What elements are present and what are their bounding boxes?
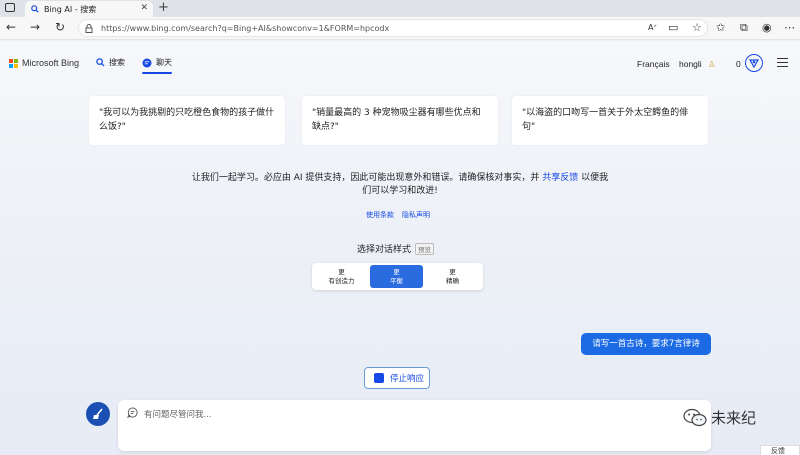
hamburger-menu-icon[interactable]: [777, 58, 788, 67]
disclaimer-text: 让我们一起学习。必应由 AI 提供支持，因此可能出现意外和错误。请确保核对事实，…: [190, 172, 610, 198]
conversation-style-label: 选择对话样式: [357, 245, 412, 255]
style-option-line1: 更: [449, 268, 456, 276]
style-option-line2: 有创造力: [328, 277, 355, 285]
app-available-icon[interactable]: ▭: [668, 21, 678, 34]
refresh-icon[interactable]: ↻: [55, 20, 65, 34]
privacy-link[interactable]: 隐私声明: [402, 210, 430, 220]
watermark: 未来纪: [683, 407, 756, 428]
url-text[interactable]: https://www.bing.com/search?q=Bing+AI&sh…: [101, 24, 389, 33]
new-tab-icon[interactable]: +: [158, 0, 169, 15]
window-menu-icon[interactable]: [5, 3, 15, 12]
nav-chat-label: 聊天: [156, 58, 172, 67]
more-menu-icon[interactable]: ⋯: [784, 21, 795, 34]
disclaimer-body: 让我们一起学习。必应由 AI 提供支持，因此可能出现意外和错误。请确保核对事实，…: [191, 173, 540, 183]
read-aloud-icon[interactable]: Aᐟ: [648, 23, 657, 32]
address-bar[interactable]: https://www.bing.com/search?q=Bing+AI&sh…: [78, 19, 708, 37]
back-icon[interactable]: ←: [6, 20, 16, 34]
rewards-icon[interactable]: [745, 54, 763, 72]
suggestion-card[interactable]: "我可以为我挑剔的只吃橙色食物的孩子做什么饭?": [89, 96, 285, 145]
style-option-balanced[interactable]: 更 平衡: [370, 265, 423, 288]
brand-name: Microsoft Bing: [22, 58, 80, 68]
user-avatar-icon[interactable]: ♙: [708, 59, 716, 70]
terms-link[interactable]: 使用条款: [366, 210, 394, 220]
microsoft-logo-icon: [9, 58, 18, 68]
close-tab-icon[interactable]: ✕: [140, 3, 148, 13]
stop-responding-button[interactable]: 停止响应: [364, 367, 430, 389]
browser-tab[interactable]: Bing AI - 搜索 ✕: [25, 1, 153, 17]
style-option-line2: 平衡: [390, 277, 403, 285]
language-link[interactable]: Français: [637, 59, 670, 69]
wechat-logo-icon: [683, 408, 707, 426]
profile-icon[interactable]: ◉: [762, 21, 772, 34]
style-option-line2: 精确: [446, 277, 459, 285]
feedback-label: 反馈: [771, 447, 785, 455]
watermark-text: 未来纪: [711, 409, 757, 427]
favorite-star-icon[interactable]: ☆: [692, 21, 702, 34]
active-tab-indicator: [142, 72, 172, 74]
collections-icon[interactable]: ⧉: [740, 21, 748, 35]
new-topic-broom-icon[interactable]: [86, 402, 110, 426]
user-name[interactable]: hongli: [679, 59, 702, 69]
nav-search[interactable]: 搜索: [96, 57, 125, 68]
style-option-line1: 更: [393, 268, 400, 276]
favorites-icon[interactable]: ✩: [716, 21, 725, 34]
nav-search-label: 搜索: [109, 58, 125, 67]
user-message-bubble: 请写一首古诗，要求7言律诗: [581, 333, 711, 355]
style-option-precise[interactable]: 更 精确: [426, 265, 479, 288]
style-option-line1: 更: [338, 268, 345, 276]
feedback-button[interactable]: 反馈: [760, 445, 800, 455]
nav-chat[interactable]: 聊天: [142, 57, 172, 68]
conversation-style-title: 选择对话样式 预览: [357, 242, 435, 255]
page-info-icon[interactable]: [85, 23, 93, 33]
chat-input-placeholder: 有问题尽管问我...: [144, 410, 212, 420]
chat-bubble-icon: [126, 407, 138, 421]
search-favicon-icon: [31, 5, 39, 13]
preview-badge: 预览: [415, 242, 435, 255]
chat-icon: [142, 58, 152, 67]
stop-responding-label: 停止响应: [390, 374, 425, 384]
stop-icon: [374, 373, 384, 383]
bing-logo[interactable]: Microsoft Bing: [9, 58, 79, 68]
rewards-count[interactable]: 0: [736, 59, 741, 69]
share-feedback-link[interactable]: 共享反馈: [542, 173, 578, 183]
tab-title: Bing AI - 搜索: [44, 4, 97, 14]
suggestion-card[interactable]: "以海盗的口吻写一首关于外太空鳄鱼的俳句": [512, 96, 708, 145]
search-icon: [96, 58, 105, 67]
style-option-creative[interactable]: 更 有创造力: [315, 265, 368, 288]
suggestion-card[interactable]: "销量最高的 3 种宠物吸尘器有哪些优点和缺点?": [302, 96, 498, 145]
forward-icon[interactable]: →: [30, 20, 40, 34]
